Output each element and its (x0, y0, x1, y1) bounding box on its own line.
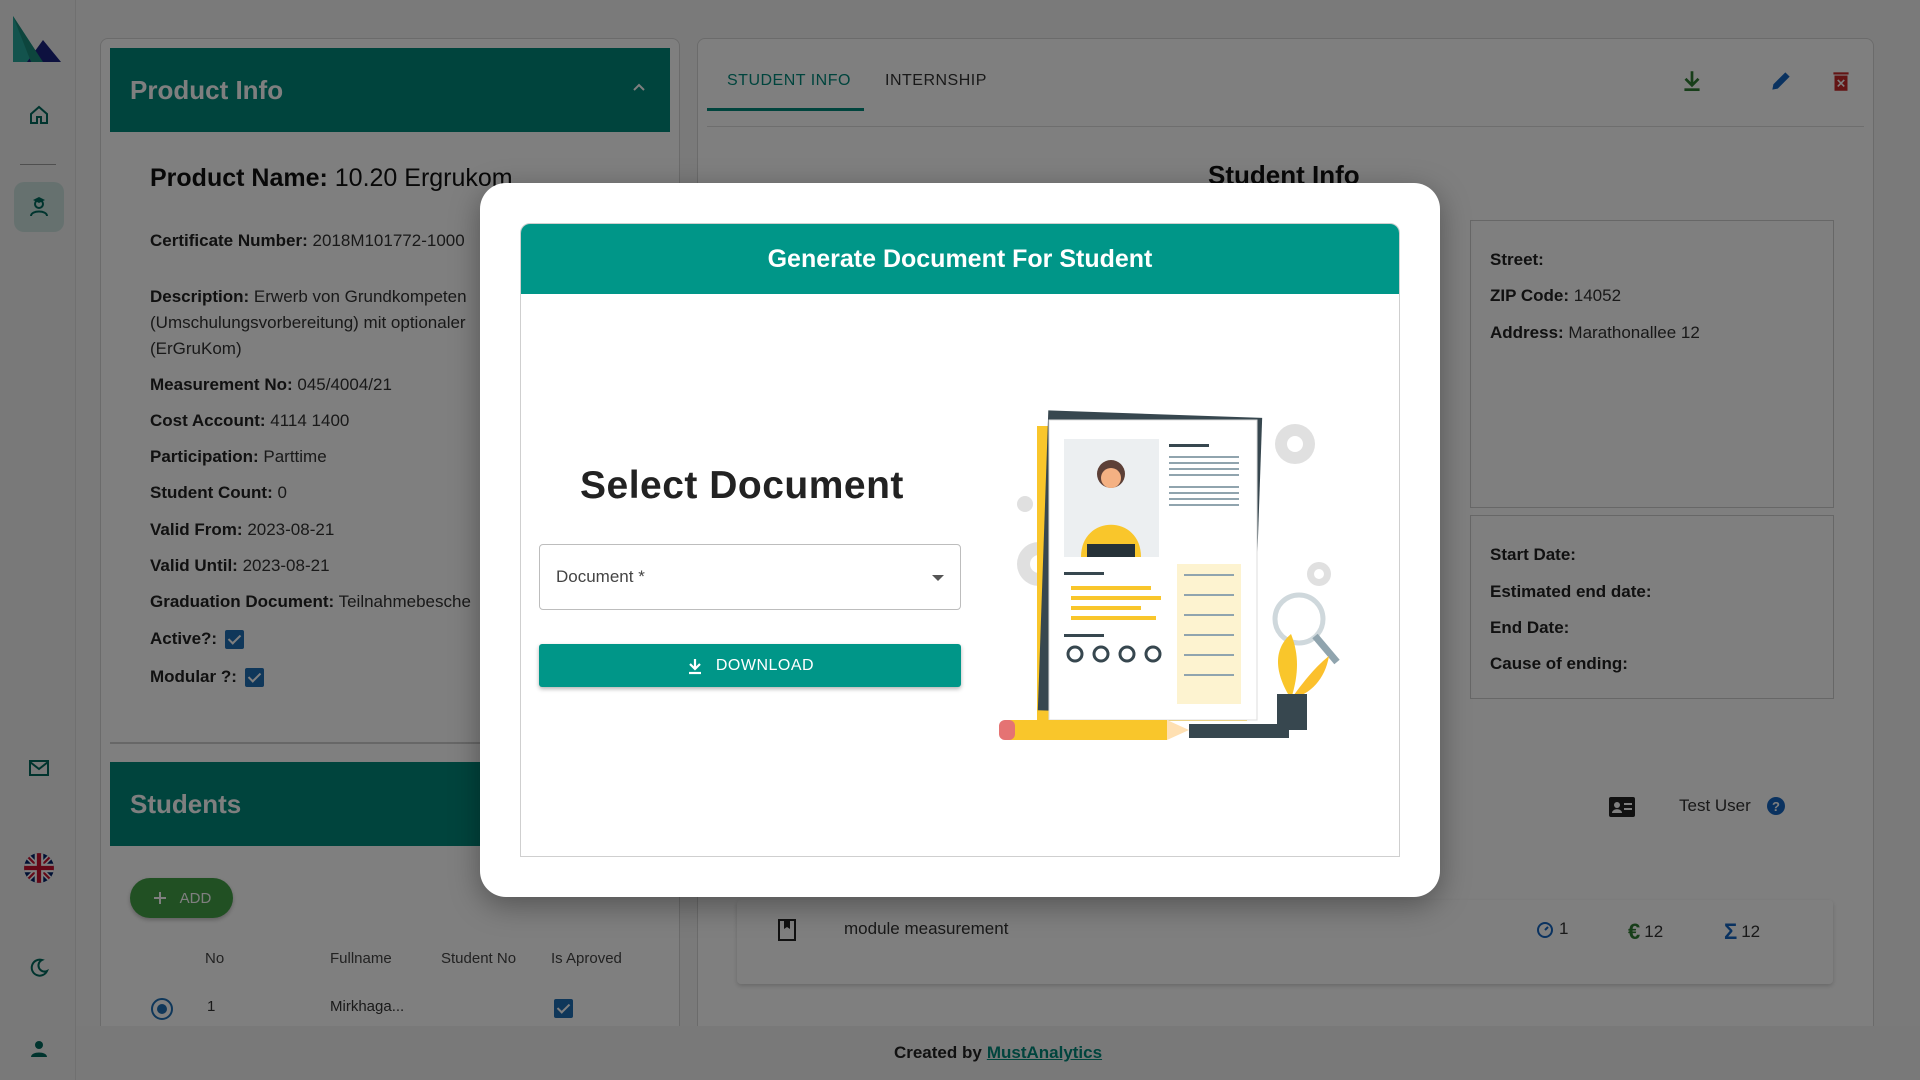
download-label: DOWNLOAD (715, 656, 815, 674)
modal-title: Generate Document For Student (767, 244, 1153, 273)
dropdown-arrow-icon (932, 575, 944, 581)
document-select[interactable]: Document * (539, 544, 961, 610)
download-button[interactable]: DOWNLOAD (539, 644, 961, 687)
modal-content: Generate Document For Student Select Doc… (520, 223, 1400, 857)
document-select-label: Document * (556, 567, 645, 586)
modal-header: Generate Document For Student (521, 224, 1399, 294)
resume-illustration (999, 410, 1340, 740)
download-icon (688, 658, 701, 674)
select-document-heading: Select Document (580, 464, 904, 507)
generate-document-modal: Generate Document For Student Select Doc… (480, 183, 1440, 897)
